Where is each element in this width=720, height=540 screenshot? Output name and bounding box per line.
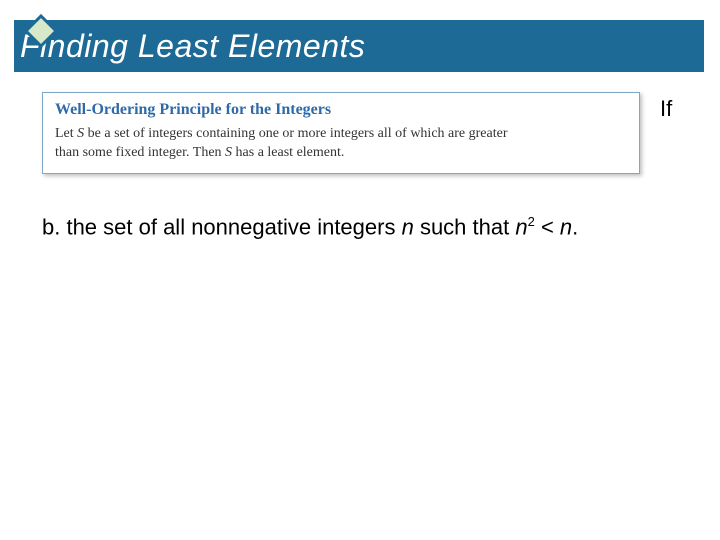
callout-line1a: Let	[55, 126, 77, 141]
callout-body: Let S be a set of integers containing on…	[55, 125, 627, 163]
title-bar: Finding Least Elements	[14, 20, 704, 72]
item-b-n2: n	[515, 214, 527, 239]
item-b-mid: such that	[414, 214, 516, 239]
callout-line2a: than some fixed integer. Then	[55, 145, 225, 160]
slide-title: Finding Least Elements	[20, 28, 365, 65]
principle-callout: Well-Ordering Principle for the Integers…	[42, 92, 640, 174]
item-b-exp: 2	[528, 214, 535, 229]
diamond-icon	[24, 14, 58, 48]
item-b-period: .	[572, 214, 578, 239]
item-b-lt: <	[535, 214, 560, 239]
callout-S2: S	[225, 145, 232, 160]
callout-line2b: has a least element.	[232, 145, 344, 160]
item-b-n3: n	[560, 214, 572, 239]
item-b: b. the set of all nonnegative integers n…	[42, 214, 578, 240]
callout-heading: Well-Ordering Principle for the Integers	[55, 101, 627, 119]
item-b-prefix: b. the set of all nonnegative integers	[42, 214, 402, 239]
slide: Finding Least Elements If Well-Ordering …	[0, 0, 720, 540]
trailing-if: If	[660, 96, 672, 122]
item-b-n1: n	[402, 214, 414, 239]
callout-line1b: be a set of integers containing one or m…	[84, 126, 507, 141]
